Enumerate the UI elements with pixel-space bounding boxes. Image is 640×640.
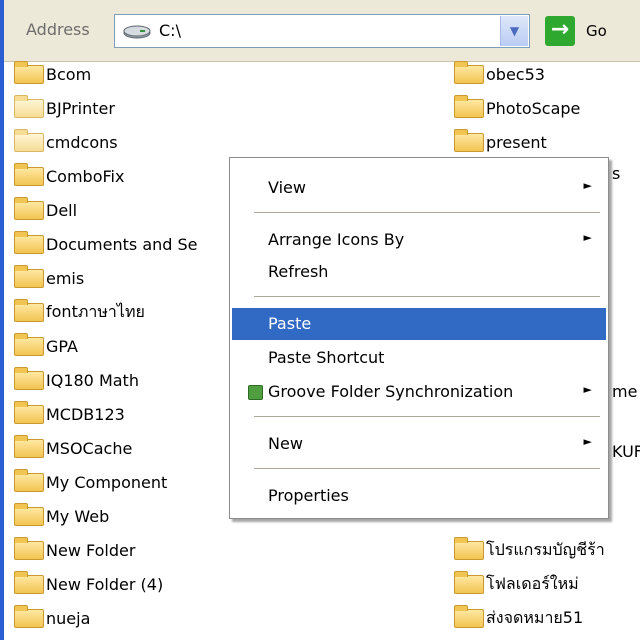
folder-item[interactable]: My Web [14, 500, 109, 532]
folder-icon [14, 468, 44, 492]
chevron-down-icon[interactable]: ▼ [500, 16, 528, 46]
folder-item[interactable]: New Folder (4) [14, 568, 163, 600]
menu-item-paste[interactable]: Paste [232, 308, 606, 340]
address-label: Address [26, 20, 90, 39]
menu-item-groove-folder-synchronization[interactable]: Groove Folder Synchronization ► [232, 376, 606, 408]
folder-icon [454, 60, 484, 84]
go-button[interactable]: Go [586, 22, 607, 40]
menu-separator [254, 212, 600, 213]
folder-icon [14, 162, 44, 186]
folder-item[interactable]: GPA [14, 330, 78, 362]
folder-icon [14, 604, 44, 628]
folder-item[interactable]: fontภาษาไทย [14, 296, 145, 328]
folder-item[interactable]: BJPrinter [14, 92, 115, 124]
context-menu: View ► Arrange Icons By ► Refresh Paste … [229, 157, 609, 519]
partial-folder-label: s [612, 164, 621, 183]
address-input[interactable]: C:\ ▼ [114, 14, 530, 48]
folder-item[interactable]: ส่งจดหมาย51 [454, 602, 583, 634]
folder-item[interactable]: My Component [14, 466, 167, 498]
folder-item[interactable]: โปรแกรมบัญชีร้า [454, 534, 605, 566]
window-left-border [0, 0, 4, 640]
submenu-arrow-icon: ► [583, 435, 592, 448]
folder-item[interactable]: PhotoScape [454, 92, 580, 124]
folder-icon [14, 128, 44, 152]
folder-item[interactable]: present [454, 126, 547, 158]
folder-icon [14, 196, 44, 220]
menu-item-properties[interactable]: Properties [232, 480, 606, 512]
folder-item[interactable]: nueja [14, 602, 90, 634]
menu-item-refresh[interactable]: Refresh [232, 256, 606, 288]
folder-item[interactable]: cmdcons [14, 126, 118, 158]
folder-icon [14, 332, 44, 356]
folder-icon [454, 536, 484, 560]
menu-separator [254, 416, 600, 417]
menu-item-view[interactable]: View ► [232, 172, 606, 204]
folder-item[interactable]: obec53 [454, 58, 545, 90]
folder-icon [14, 94, 44, 118]
partial-folder-label: KUF [612, 442, 640, 461]
folder-item[interactable]: โฟลเดอร์ใหม่ [454, 568, 579, 600]
address-bar: Address C:\ ▼ → Go [4, 0, 640, 62]
folder-item[interactable]: MCDB123 [14, 398, 125, 430]
folder-item[interactable]: Documents and Se [14, 228, 198, 260]
address-value: C:\ [159, 21, 181, 40]
menu-separator [254, 296, 600, 297]
groove-icon [248, 385, 263, 400]
folder-item[interactable]: emis [14, 262, 84, 294]
submenu-arrow-icon: ► [583, 383, 592, 396]
folder-icon [454, 570, 484, 594]
folder-item[interactable]: MSOCache [14, 432, 132, 464]
folder-icon [14, 536, 44, 560]
folder-item[interactable]: IQ180 Math [14, 364, 139, 396]
submenu-arrow-icon: ► [583, 179, 592, 192]
folder-icon [14, 400, 44, 424]
folder-icon [14, 298, 44, 322]
menu-item-arrange-icons-by[interactable]: Arrange Icons By ► [232, 224, 606, 256]
folder-icon [14, 434, 44, 458]
submenu-arrow-icon: ► [583, 231, 592, 244]
folder-item[interactable]: Bcom [14, 58, 91, 90]
folder-icon [14, 264, 44, 288]
folder-item[interactable]: ComboFix [14, 160, 124, 192]
folder-icon [454, 94, 484, 118]
folder-item[interactable]: Dell [14, 194, 77, 226]
folder-icon [14, 366, 44, 390]
menu-item-new[interactable]: New ► [232, 428, 606, 460]
folder-icon [14, 230, 44, 254]
folder-icon [14, 502, 44, 526]
folder-icon [14, 60, 44, 84]
menu-item-paste-shortcut[interactable]: Paste Shortcut [232, 342, 606, 374]
go-arrow-icon[interactable]: → [545, 16, 575, 46]
drive-icon [123, 25, 151, 39]
folder-icon [454, 128, 484, 152]
folder-icon [454, 604, 484, 628]
partial-folder-label: me [612, 382, 638, 401]
menu-separator [254, 468, 600, 469]
folder-item[interactable]: New Folder [14, 534, 135, 566]
folder-icon [14, 570, 44, 594]
